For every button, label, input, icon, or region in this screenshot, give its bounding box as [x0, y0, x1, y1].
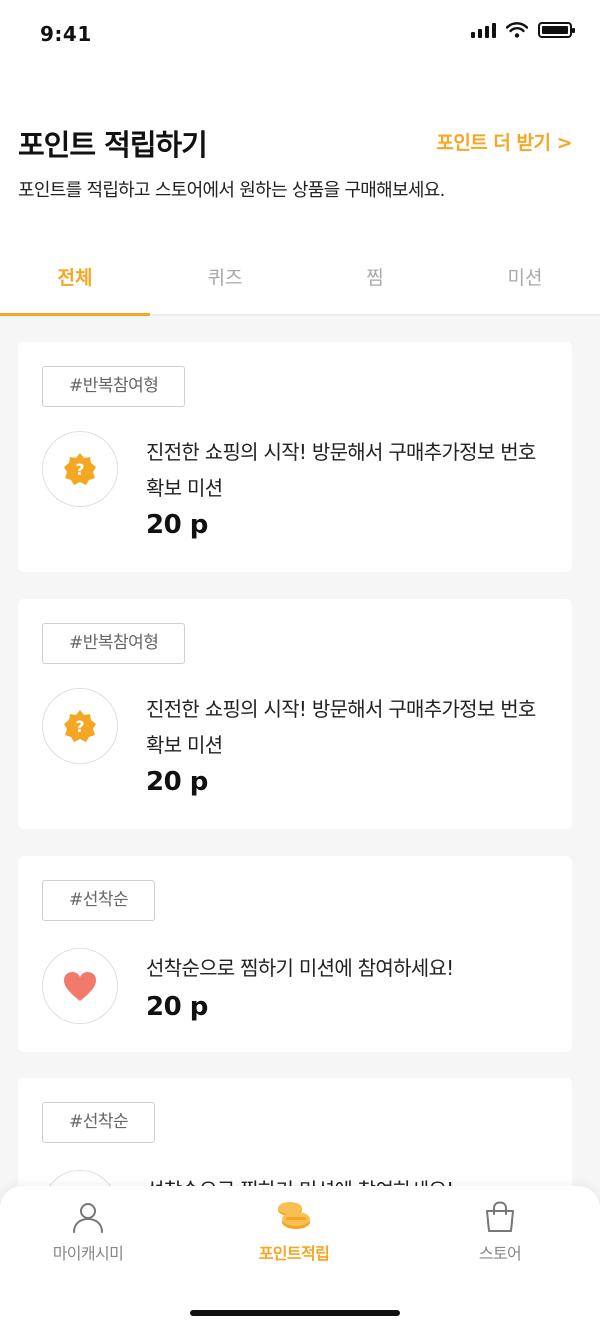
- category-tabs: 전체 퀴즈 찜 미션: [0, 241, 600, 316]
- mission-points: 20 p: [146, 510, 208, 540]
- tab-quiz[interactable]: 퀴즈: [150, 241, 300, 314]
- coins-icon: [278, 1202, 310, 1229]
- mission-tag: #선착순: [42, 880, 156, 921]
- tab-mission[interactable]: 미션: [450, 241, 600, 314]
- nav-label: 스토어: [478, 1244, 522, 1263]
- mission-points: 20 p: [146, 767, 208, 797]
- tab-wishlist[interactable]: 찜: [300, 241, 450, 314]
- nav-item-point-earn[interactable]: 포인트적립: [214, 1200, 374, 1264]
- battery-icon: [538, 22, 575, 38]
- home-indicator: [190, 1310, 400, 1316]
- page-subtitle: 포인트를 적립하고 스토어에서 원하는 상품을 구매해보세요.: [18, 180, 445, 201]
- more-points-link[interactable]: 포인트 더 받기 >: [436, 128, 572, 155]
- question-badge-icon: ?: [42, 688, 118, 764]
- bottom-navigation: 마이캐시미 포인트적립 스토어: [0, 1186, 600, 1332]
- person-icon: [73, 1203, 103, 1233]
- page-header: 포인트 적립하기 포인트 더 받기 > 포인트를 적립하고 스토어에서 원하는 …: [0, 66, 600, 316]
- mission-points: 20 p: [146, 992, 208, 1022]
- heart-icon: [42, 948, 118, 1024]
- nav-item-my-cashme[interactable]: 마이캐시미: [8, 1200, 168, 1264]
- mission-tag: #반복참여형: [42, 366, 186, 407]
- mission-card[interactable]: #반복참여형 ? 진전한 쇼핑의 시작! 방문해서 구매추가정보 번호 확보 미…: [18, 599, 572, 829]
- wifi-icon: [506, 22, 528, 38]
- mission-description: 진전한 쇼핑의 시작! 방문해서 구매추가정보 번호 확보 미션: [146, 697, 536, 757]
- nav-item-store[interactable]: 스토어: [420, 1200, 580, 1264]
- mission-description: 선착순으로 찜하기 미션에 참여하세요!: [146, 956, 454, 980]
- mission-card[interactable]: #반복참여형 ? 진전한 쇼핑의 시작! 방문해서 구매추가정보 번호 확보 미…: [18, 342, 572, 572]
- mission-card[interactable]: #선착순 선착순으로 찜하기 미션에 참여하세요! 20 p: [18, 856, 572, 1052]
- question-badge-icon: ?: [42, 431, 118, 507]
- shopping-bag-icon: [486, 1201, 514, 1232]
- tab-all[interactable]: 전체: [0, 241, 150, 316]
- cellular-signal-icon: [471, 22, 496, 38]
- status-icons: [471, 22, 575, 38]
- nav-label: 포인트적립: [258, 1244, 330, 1263]
- svg-text:?: ?: [75, 460, 84, 479]
- mission-tag: #반복참여형: [42, 623, 186, 664]
- page-title: 포인트 적립하기: [18, 128, 208, 162]
- status-time: 9:41: [40, 22, 92, 46]
- svg-text:?: ?: [75, 717, 84, 736]
- nav-label: 마이캐시미: [52, 1244, 124, 1263]
- mission-description: 진전한 쇼핑의 시작! 방문해서 구매추가정보 번호 확보 미션: [146, 440, 536, 500]
- status-bar: 9:41: [0, 0, 600, 66]
- mission-tag: #선착순: [42, 1102, 156, 1143]
